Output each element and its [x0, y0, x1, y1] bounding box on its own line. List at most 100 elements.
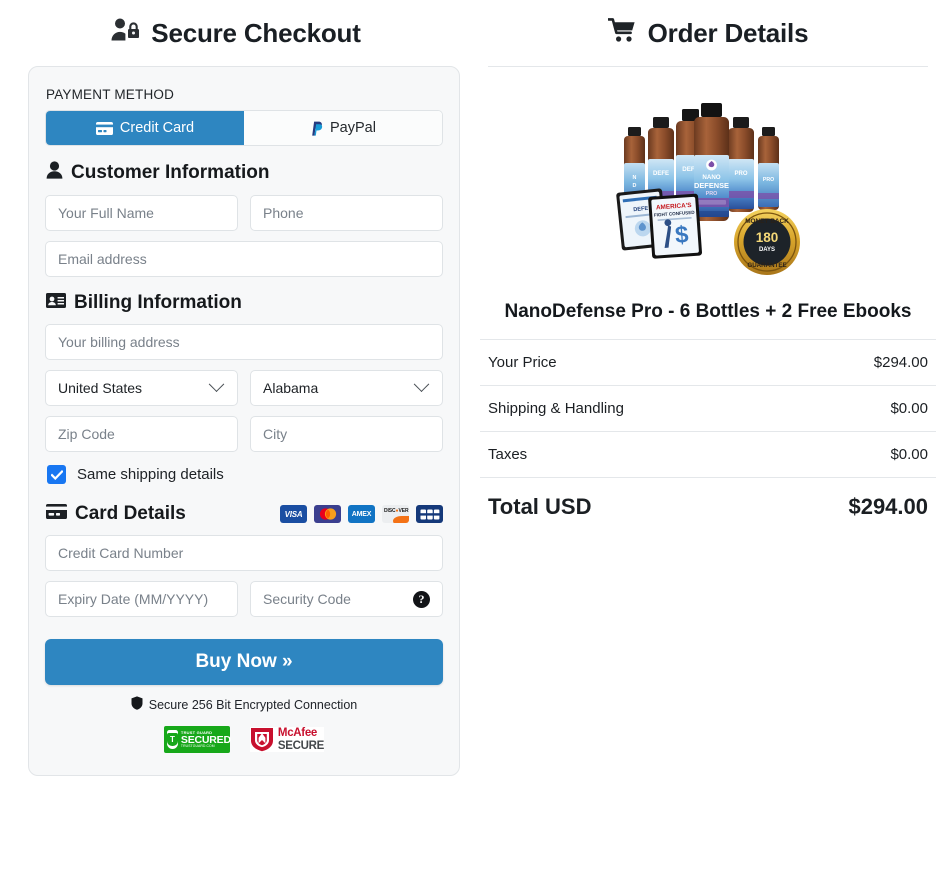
jcb-icon	[416, 505, 443, 523]
svg-text:PRO: PRO	[706, 191, 718, 197]
zip-code-placeholder: Zip Code	[58, 426, 115, 442]
mastercard-icon	[314, 505, 341, 523]
credit-card-icon	[95, 121, 113, 135]
order-summary: N D DEFE PRO PRO DEFE NANO DEFENSE PRO D…	[472, 66, 944, 534]
product-name: NanoDefense Pro - 6 Bottles + 2 Free Ebo…	[504, 301, 912, 322]
country-select[interactable]: United States	[45, 370, 238, 406]
svg-text:180: 180	[756, 230, 779, 245]
billing-address-row: Your billing address	[45, 324, 443, 360]
credit-card-icon	[46, 503, 67, 525]
card-number-input[interactable]: Credit Card Number	[45, 535, 443, 571]
customer-information-label: Customer Information	[71, 162, 270, 183]
page-title: Secure Checkout	[151, 18, 361, 48]
email-placeholder: Email address	[58, 251, 147, 267]
user-icon	[46, 161, 63, 185]
order-row-your-price: Your Price $294.00	[480, 339, 936, 385]
card-details-heading-row: Card Details VISA AMEX DISC●VER	[46, 503, 443, 525]
shield-icon	[131, 696, 143, 713]
country-state-row: United States Alabama	[45, 370, 443, 406]
discover-icon: DISC●VER	[382, 505, 409, 523]
buy-now-button[interactable]: Buy Now »	[45, 639, 443, 685]
svg-text:N: N	[633, 175, 637, 181]
order-divider	[488, 66, 928, 67]
billing-information-heading: Billing Information	[46, 292, 443, 314]
phone-placeholder: Phone	[263, 205, 304, 221]
tab-credit-card[interactable]: Credit Card	[46, 111, 244, 145]
payment-method-label: PAYMENT METHOD	[46, 87, 175, 102]
tab-paypal[interactable]: PayPal	[244, 111, 442, 145]
same-shipping-checkbox[interactable]	[47, 465, 66, 484]
order-row-label: Shipping & Handling	[488, 400, 624, 417]
product-illustration: N D DEFE PRO PRO DEFE NANO DEFENSE PRO D…	[616, 103, 800, 275]
state-selected-value: Alabama	[263, 380, 319, 396]
mcafee-line2: SECURE	[277, 739, 325, 752]
order-row-label: Taxes	[488, 446, 528, 463]
checkout-page: Secure Checkout PAYMENT METHOD Credit Ca…	[0, 0, 944, 895]
same-shipping-label: Same shipping details	[77, 466, 224, 483]
card-details-heading: Card Details	[46, 503, 186, 525]
billing-information-label: Billing Information	[74, 292, 242, 313]
expiry-date-placeholder: Expiry Date (MM/YYYY)	[58, 591, 209, 607]
secure-checkout-title: Secure Checkout	[0, 0, 472, 66]
svg-text:MONEY BACK: MONEY BACK	[745, 218, 789, 225]
zip-code-input[interactable]: Zip Code	[45, 416, 238, 452]
total-label: Total USD	[488, 494, 592, 519]
same-shipping-details-row[interactable]: Same shipping details	[47, 465, 443, 484]
billing-address-input[interactable]: Your billing address	[45, 324, 443, 360]
amex-icon: AMEX	[348, 505, 375, 523]
secure-checkout-column: Secure Checkout PAYMENT METHOD Credit Ca…	[0, 0, 472, 895]
expiry-date-input[interactable]: Expiry Date (MM/YYYY)	[45, 581, 238, 617]
svg-text:DEFE: DEFE	[653, 171, 669, 177]
billing-address-placeholder: Your billing address	[58, 334, 180, 350]
order-details-heading: Order Details	[647, 18, 809, 48]
svg-text:PRO: PRO	[763, 177, 774, 183]
payment-method-tabs: Credit Card PayPal	[45, 110, 443, 146]
card-number-row: Credit Card Number	[45, 535, 443, 571]
visa-icon: VISA	[280, 505, 307, 523]
country-selected-value: United States	[58, 380, 143, 396]
city-placeholder: City	[263, 426, 288, 442]
tab-paypal-label: PayPal	[330, 120, 376, 136]
paypal-icon	[310, 121, 323, 136]
id-card-icon	[46, 292, 66, 314]
state-select[interactable]: Alabama	[250, 370, 443, 406]
accepted-card-brands: VISA AMEX DISC●VER	[280, 505, 443, 523]
card-number-placeholder: Credit Card Number	[58, 545, 184, 561]
security-code-input[interactable]: Security Code ?	[250, 581, 443, 617]
full-name-input[interactable]: Your Full Name	[45, 195, 238, 231]
phone-input[interactable]: Phone	[250, 195, 443, 231]
trust-guard-secured-badge: T TRUST GUARD SECURED TRUSTGUARD.COM	[163, 726, 231, 753]
svg-text:PRO: PRO	[734, 171, 747, 177]
expiry-cvv-row: Expiry Date (MM/YYYY) Security Code ?	[45, 581, 443, 617]
order-row-value: $0.00	[890, 446, 928, 463]
question-circle-icon[interactable]: ?	[413, 590, 430, 608]
city-input[interactable]: City	[250, 416, 443, 452]
order-row-label: Your Price	[488, 354, 557, 371]
trust-guard-line3: TRUSTGUARD.COM	[180, 744, 215, 749]
name-phone-row: Your Full Name Phone	[45, 195, 443, 231]
secure-connection-text: Secure 256 Bit Encrypted Connection	[148, 697, 358, 712]
card-details-label: Card Details	[75, 503, 186, 524]
security-code-placeholder: Security Code	[263, 591, 351, 607]
email-input[interactable]: Email address	[45, 241, 443, 277]
order-row-value: $0.00	[890, 400, 928, 417]
mcafee-secure-badge: McAfee SECURE	[249, 727, 325, 752]
zip-city-row: Zip Code City	[45, 416, 443, 452]
product-image: N D DEFE PRO PRO DEFE NANO DEFENSE PRO D…	[480, 75, 936, 295]
tab-credit-card-label: Credit Card	[119, 120, 195, 136]
mcafee-shield-icon	[250, 727, 274, 752]
secure-connection-note: Secure 256 Bit Encrypted Connection	[45, 696, 443, 713]
customer-information-heading: Customer Information	[46, 161, 443, 185]
svg-text:GUARANTEE: GUARANTEE	[747, 262, 786, 269]
chevron-down-icon	[413, 375, 430, 392]
order-row-shipping: Shipping & Handling $0.00	[480, 385, 936, 431]
svg-text:NANO: NANO	[702, 174, 720, 181]
payment-panel: PAYMENT METHOD Credit Card PayPal Custom…	[28, 66, 460, 776]
email-row: Email address	[45, 241, 443, 277]
order-row-total: Total USD $294.00	[480, 477, 936, 534]
svg-text:D: D	[633, 183, 637, 189]
svg-text:DEFENSE: DEFENSE	[694, 181, 729, 190]
order-row-value: $294.00	[873, 354, 928, 371]
trust-badges: T TRUST GUARD SECURED TRUSTGUARD.COM McA…	[45, 726, 443, 753]
chevron-down-icon	[208, 375, 225, 392]
